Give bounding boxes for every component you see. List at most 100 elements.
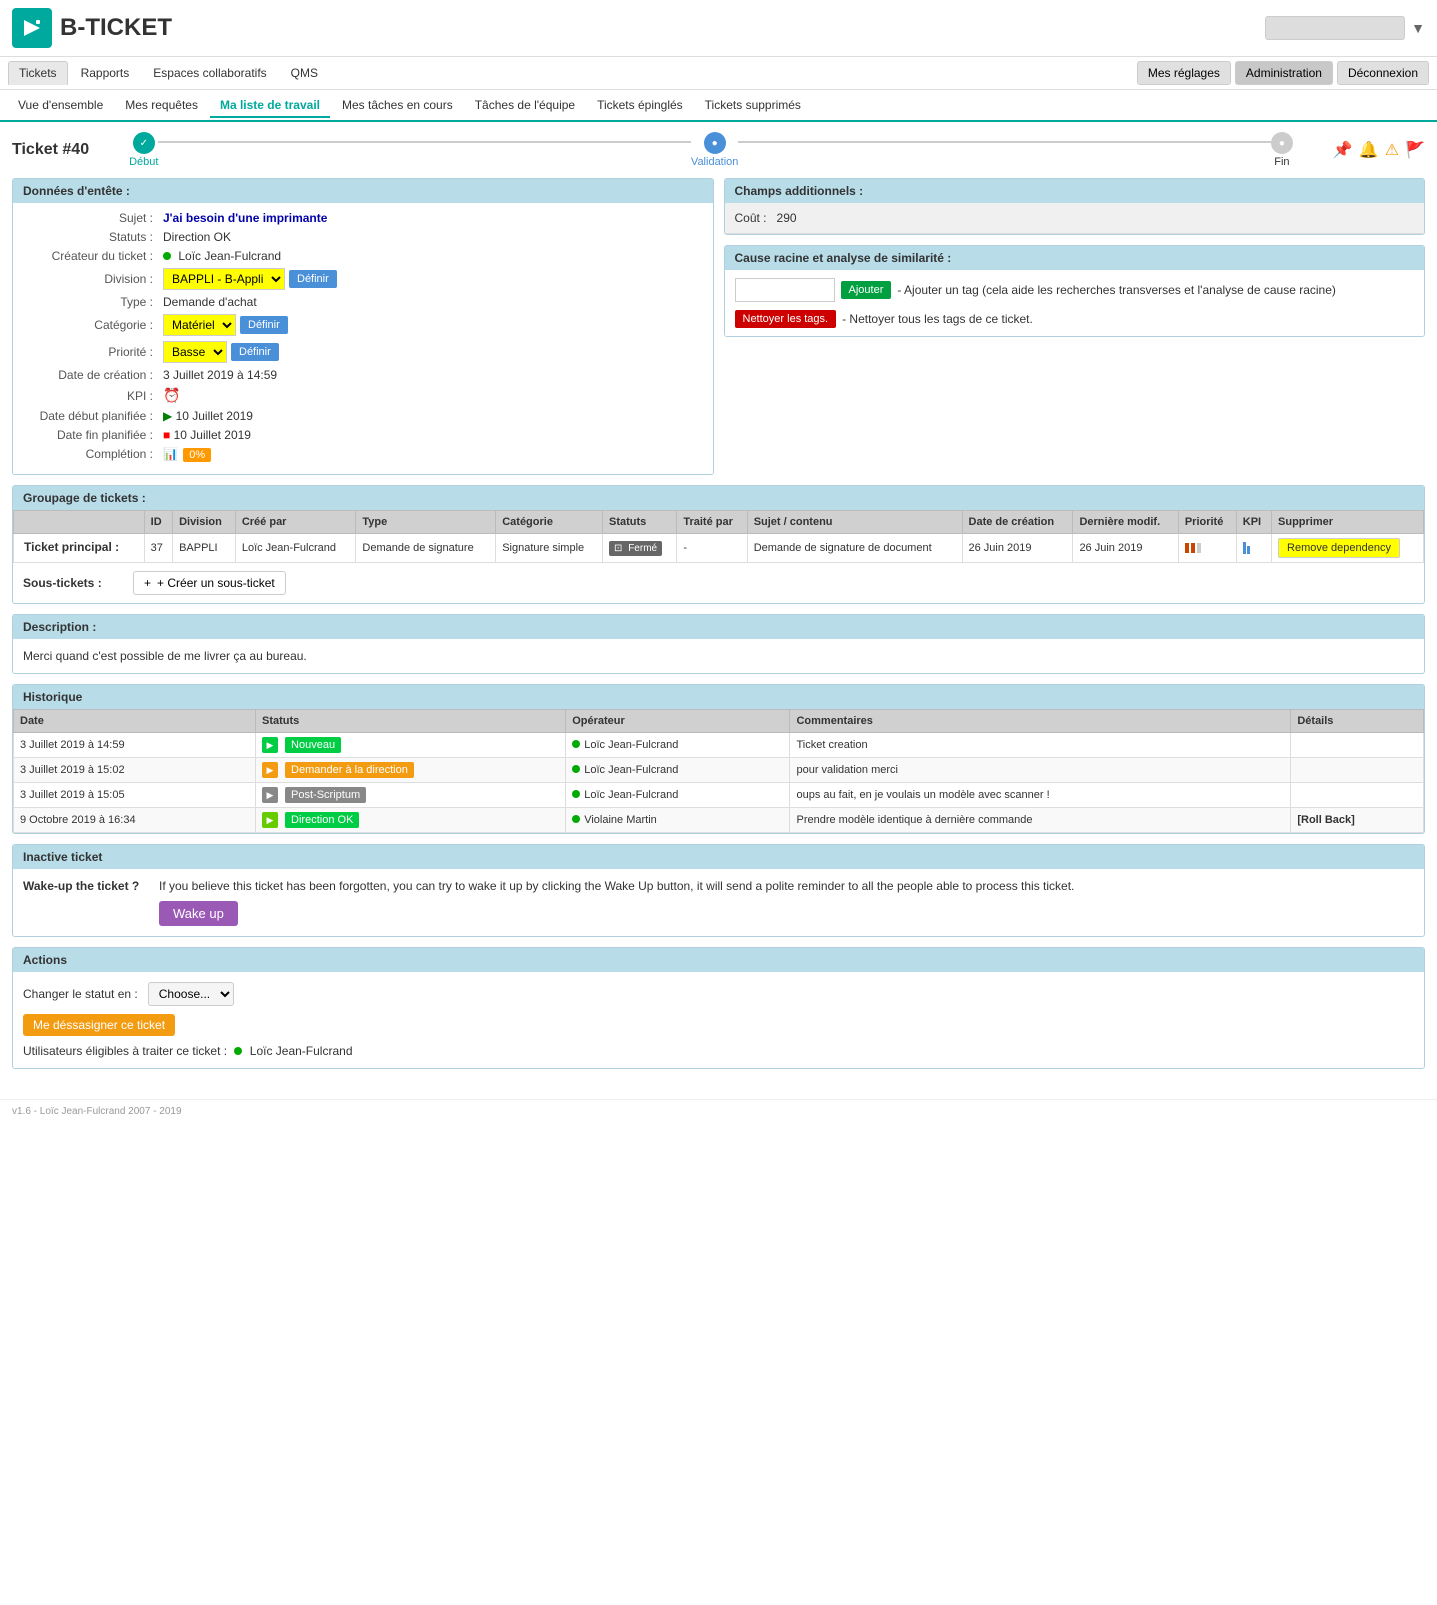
hist-statuts-3: ▶ Post-Scriptum bbox=[255, 783, 565, 808]
date-debut-value: ▶ 10 Juillet 2019 bbox=[163, 409, 703, 423]
division-label: Division : bbox=[23, 272, 163, 286]
hist-operateur-4: Violaine Martin bbox=[566, 808, 790, 833]
tag-input[interactable] bbox=[735, 278, 835, 302]
hist-col-commentaires: Commentaires bbox=[790, 710, 1291, 733]
clear-tags-btn[interactable]: Nettoyer les tags. bbox=[735, 310, 837, 328]
green-dot-3 bbox=[572, 790, 580, 798]
hist-details-2 bbox=[1291, 758, 1424, 783]
warning-icon[interactable]: ⚠ bbox=[1385, 140, 1399, 160]
kpi-row: KPI : ⏰ bbox=[23, 387, 703, 404]
status-nouveau-1: Nouveau bbox=[285, 737, 341, 753]
inactive-body: Wake-up the ticket ? If you believe this… bbox=[13, 869, 1424, 936]
deconnexion-button[interactable]: Déconnexion bbox=[1337, 61, 1429, 85]
inactive-section: Inactive ticket Wake-up the ticket ? If … bbox=[12, 844, 1425, 937]
row-statuts: ⊡ Fermé bbox=[603, 534, 677, 563]
tab-taches-equipe[interactable]: Tâches de l'équipe bbox=[465, 94, 585, 116]
footer: v1.6 - Loïc Jean-Fulcrand 2007 - 2019 bbox=[0, 1099, 1437, 1123]
division-define-btn[interactable]: Définir bbox=[289, 270, 337, 288]
step-validation-circle: ● bbox=[704, 132, 726, 154]
date-creation-value: 3 Juillet 2019 à 14:59 bbox=[163, 368, 703, 382]
division-select[interactable]: BAPPLI - B-Appli bbox=[163, 268, 285, 290]
main-content: Ticket #40 ✓ Début ● Validation ● Fin 📌 … bbox=[0, 122, 1437, 1089]
search-input[interactable] bbox=[1265, 16, 1405, 40]
hist-date-4: 9 Octobre 2019 à 16:34 bbox=[14, 808, 256, 833]
tab-vue-ensemble[interactable]: Vue d'ensemble bbox=[8, 94, 113, 116]
logo: B-TICKET bbox=[12, 8, 172, 48]
row-date-creation: 26 Juin 2019 bbox=[962, 534, 1073, 563]
filter-icon[interactable]: ▼ bbox=[1411, 20, 1425, 36]
wake-up-btn[interactable]: Wake up bbox=[159, 901, 238, 926]
table-row: Ticket principal : 37 BAPPLI Loïc Jean-F… bbox=[14, 534, 1424, 563]
tab-tickets-supprimes[interactable]: Tickets supprimés bbox=[695, 94, 811, 116]
cause-racine-header: Cause racine et analyse de similarité : bbox=[725, 246, 1425, 270]
tab-mes-requetes[interactable]: Mes requêtes bbox=[115, 94, 208, 116]
hist-commentaires-3: oups au fait, en je voulais un modèle av… bbox=[790, 783, 1291, 808]
sous-tickets-label: Sous-tickets : bbox=[23, 576, 123, 590]
col-traite-par: Traité par bbox=[677, 511, 747, 534]
nav-bar1: Tickets Rapports Espaces collaboratifs Q… bbox=[0, 57, 1437, 90]
logo-icon bbox=[12, 8, 52, 48]
kpi-bar1 bbox=[1243, 542, 1246, 554]
bell-icon[interactable]: 🔔 bbox=[1359, 140, 1379, 160]
type-label: Type : bbox=[23, 295, 163, 309]
right-column: Champs additionnels : Coût : 290 Cause r… bbox=[724, 178, 1426, 475]
description-header: Description : bbox=[13, 615, 1424, 639]
step-line-1 bbox=[158, 141, 690, 143]
createur-label: Créateur du ticket : bbox=[23, 249, 163, 263]
desassigner-btn[interactable]: Me déssasigner ce ticket bbox=[23, 1014, 175, 1036]
historique-header-row: Date Statuts Opérateur Commentaires Déta… bbox=[14, 710, 1424, 733]
hist-date-2: 3 Juillet 2019 à 15:02 bbox=[14, 758, 256, 783]
tab-mes-taches[interactable]: Mes tâches en cours bbox=[332, 94, 463, 116]
step-debut-circle: ✓ bbox=[133, 132, 155, 154]
type-row: Type : Demande d'achat bbox=[23, 295, 703, 309]
col-kpi: KPI bbox=[1236, 511, 1271, 534]
priorite-define-btn[interactable]: Définir bbox=[231, 343, 279, 361]
sujet-label: Sujet : bbox=[23, 211, 163, 225]
hist-details-3 bbox=[1291, 783, 1424, 808]
flag-icon[interactable]: 🚩 bbox=[1405, 140, 1425, 160]
ticket-principal-label: Ticket principal : bbox=[14, 534, 145, 563]
nav-tab-espaces[interactable]: Espaces collaboratifs bbox=[142, 61, 277, 85]
row-traite-par: - bbox=[677, 534, 747, 563]
pin-icon[interactable]: 📌 bbox=[1333, 140, 1353, 160]
nav-tab-rapports[interactable]: Rapports bbox=[70, 61, 141, 85]
create-sub-ticket-btn[interactable]: + + Créer un sous-ticket bbox=[133, 571, 286, 595]
categorie-select[interactable]: Matériel bbox=[163, 314, 236, 336]
hist-col-date: Date bbox=[14, 710, 256, 733]
tab-tickets-epingles[interactable]: Tickets épinglés bbox=[587, 94, 693, 116]
changer-statut-row: Changer le statut en : Choose... bbox=[23, 982, 1414, 1006]
remove-dependency-btn[interactable]: Remove dependency bbox=[1278, 538, 1400, 558]
priorite-select[interactable]: Basse bbox=[163, 341, 227, 363]
col-sujet: Sujet / contenu bbox=[747, 511, 962, 534]
eligible-label: Utilisateurs éligibles à traiter ce tick… bbox=[23, 1044, 227, 1058]
hist-statuts-4: ▶ Direction OK bbox=[255, 808, 565, 833]
green-dot-1 bbox=[572, 740, 580, 748]
col-statuts: Statuts bbox=[603, 511, 677, 534]
col-division: Division bbox=[173, 511, 236, 534]
nav-bar2: Vue d'ensemble Mes requêtes Ma liste de … bbox=[0, 90, 1437, 122]
sujet-value: J'ai besoin d'une imprimante bbox=[163, 211, 703, 225]
categorie-select-div: Matériel Définir bbox=[163, 314, 703, 336]
header-right: ▼ bbox=[1265, 16, 1425, 40]
completion-badge: 0% bbox=[183, 448, 211, 462]
administration-button[interactable]: Administration bbox=[1235, 61, 1333, 85]
nav-tab-qms[interactable]: QMS bbox=[280, 61, 329, 85]
wake-up-text: If you believe this ticket has been forg… bbox=[159, 879, 1074, 893]
rollback-label[interactable]: [Roll Back] bbox=[1297, 814, 1354, 826]
col-date-creation: Date de création bbox=[962, 511, 1073, 534]
categorie-define-btn[interactable]: Définir bbox=[240, 316, 288, 334]
header: B-TICKET ▼ bbox=[0, 0, 1437, 57]
mes-reglages-button[interactable]: Mes réglages bbox=[1137, 61, 1231, 85]
hist-date-1: 3 Juillet 2019 à 14:59 bbox=[14, 733, 256, 758]
nav-tab-tickets[interactable]: Tickets bbox=[8, 61, 68, 85]
createur-row: Créateur du ticket : Loïc Jean-Fulcrand bbox=[23, 249, 703, 263]
hist-statuts-1: ▶ Nouveau bbox=[255, 733, 565, 758]
hist-icon-4: ▶ bbox=[262, 812, 278, 828]
plus-icon: + bbox=[144, 576, 151, 590]
statut-choose-select[interactable]: Choose... bbox=[148, 982, 234, 1006]
statuts-label: Statuts : bbox=[23, 230, 163, 244]
tab-ma-liste-travail[interactable]: Ma liste de travail bbox=[210, 94, 330, 118]
add-tag-btn[interactable]: Ajouter bbox=[841, 281, 892, 299]
statuts-row: Statuts : Direction OK bbox=[23, 230, 703, 244]
cause-racine-section: Cause racine et analyse de similarité : … bbox=[724, 245, 1426, 337]
